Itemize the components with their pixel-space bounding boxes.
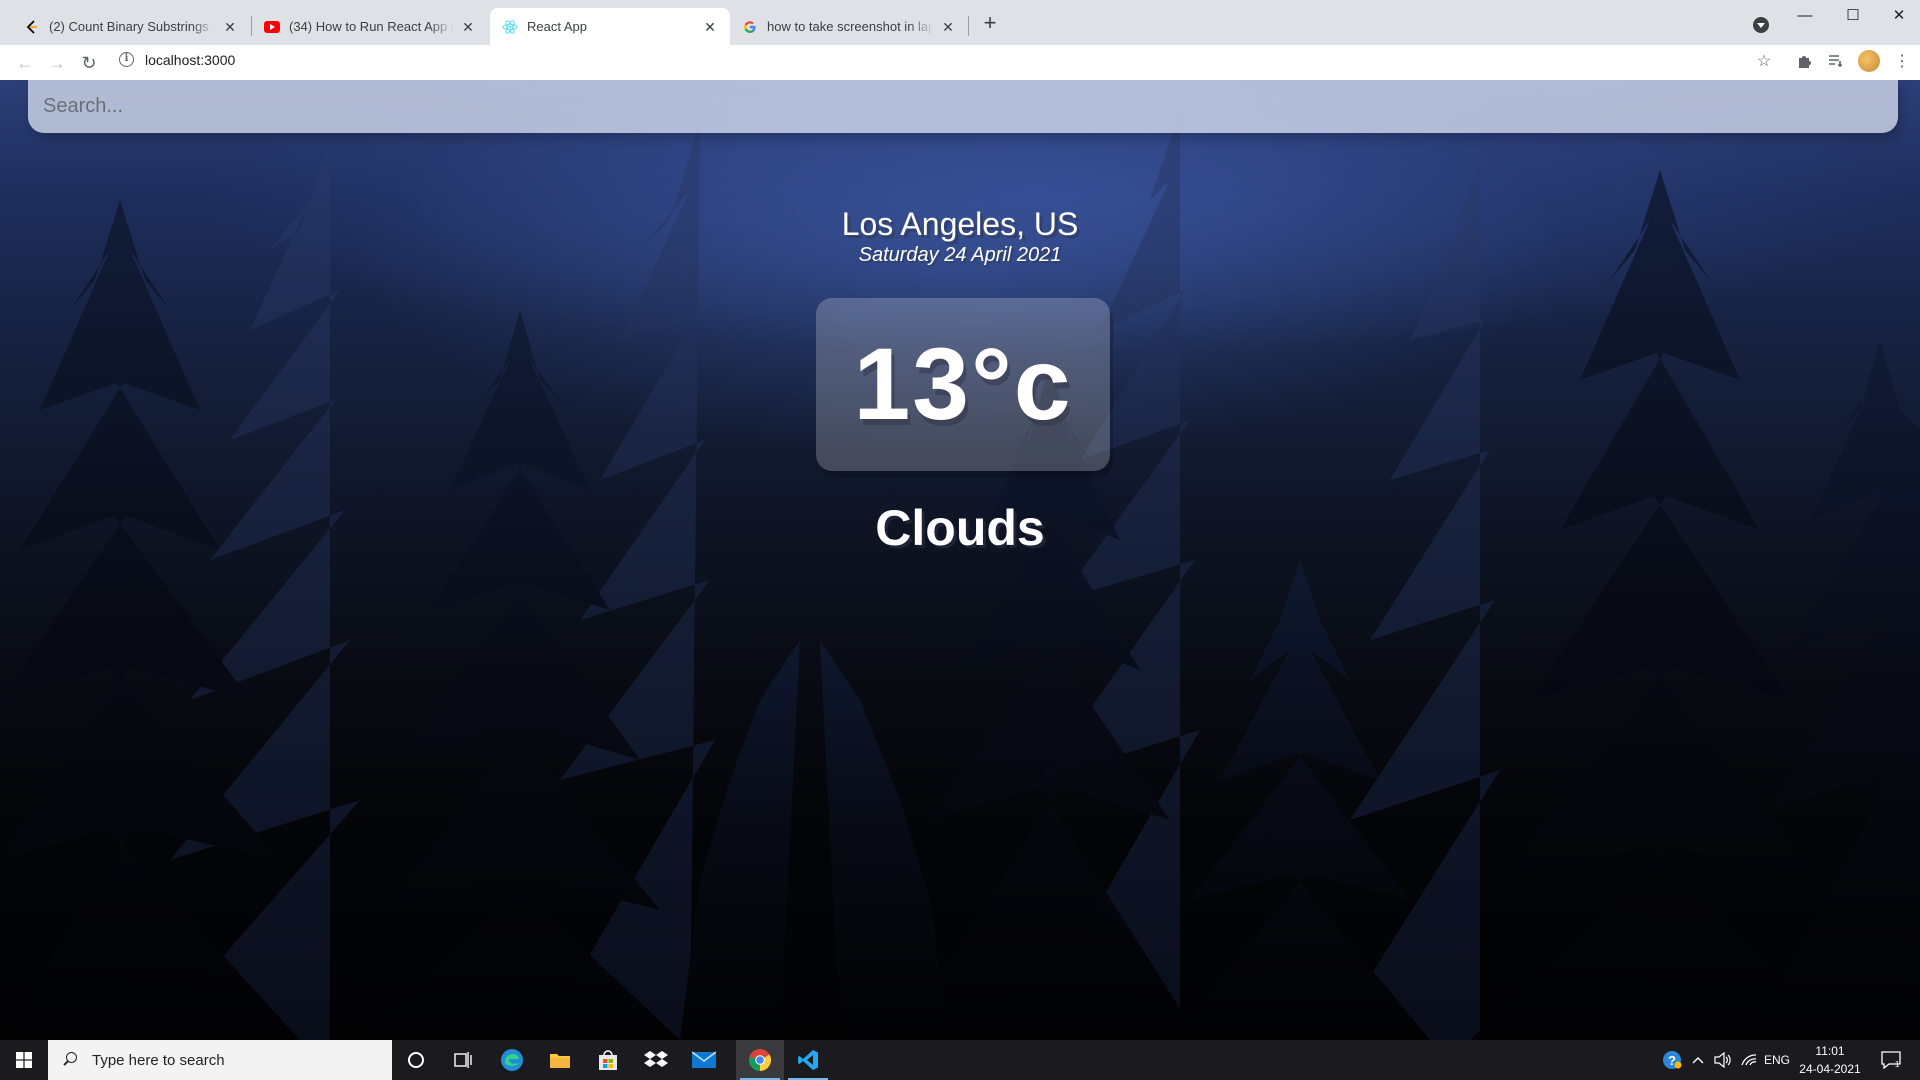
windows-taskbar: Type here to search ? ENG 11:01 24-04-20…	[0, 1040, 1920, 1080]
file-explorer-icon[interactable]	[536, 1040, 584, 1080]
close-tab-icon[interactable]: ✕	[940, 19, 956, 35]
volume-icon[interactable]	[1712, 1040, 1734, 1080]
notification-count: 1	[1895, 1060, 1900, 1069]
task-view-icon[interactable]	[440, 1040, 488, 1080]
tab-title: React App	[527, 19, 587, 34]
close-tab-icon[interactable]: ✕	[222, 19, 238, 35]
tab-separator	[968, 16, 969, 36]
tab-title: (34) How to Run React App in VS Code	[289, 19, 454, 34]
react-icon	[502, 19, 518, 35]
dropbox-icon[interactable]	[632, 1040, 680, 1080]
taskbar-search-box[interactable]: Type here to search	[48, 1040, 392, 1080]
edge-browser-icon[interactable]	[488, 1040, 536, 1080]
close-tab-icon[interactable]: ✕	[460, 19, 476, 35]
browser-chrome: (2) Count Binary Substrings - LeetCode ✕…	[0, 0, 1920, 80]
youtube-icon	[264, 19, 280, 35]
windows-start-icon[interactable]	[0, 1040, 48, 1080]
close-window-button[interactable]: ✕	[1876, 0, 1920, 30]
location-label: Los Angeles, US	[841, 206, 1079, 242]
clock[interactable]: 11:01 24-04-2021	[1790, 1042, 1870, 1078]
wifi-icon[interactable]	[1738, 1040, 1760, 1080]
tab-title: how to take screenshot in laptop	[767, 19, 934, 34]
profile-avatar[interactable]	[1858, 50, 1880, 72]
search-icon	[62, 1052, 78, 1068]
notification-center-icon[interactable]: 1	[1876, 1040, 1906, 1080]
site-info-icon[interactable]: i	[119, 52, 134, 67]
temperature-value: 13°c	[853, 327, 1073, 441]
minimize-button[interactable]: —	[1782, 0, 1828, 30]
address-bar[interactable]: localhost:3000	[145, 52, 235, 68]
help-icon[interactable]: ?	[1660, 1040, 1684, 1080]
tab-react-app[interactable]: React App ✕	[490, 8, 730, 45]
tab-youtube[interactable]: (34) How to Run React App in VS Code ✕	[252, 8, 488, 45]
cortana-icon[interactable]	[392, 1040, 440, 1080]
mail-icon[interactable]	[680, 1040, 728, 1080]
clock-time: 11:01	[1815, 1044, 1845, 1058]
bookmark-star-icon[interactable]: ☆	[1755, 52, 1773, 70]
tab-strip: (2) Count Binary Substrings - LeetCode ✕…	[0, 0, 1920, 45]
chrome-icon[interactable]	[736, 1040, 784, 1080]
reload-icon[interactable]: ↻	[76, 50, 102, 76]
tab-leetcode[interactable]: (2) Count Binary Substrings - LeetCode ✕	[12, 8, 250, 45]
media-queue-icon[interactable]	[1827, 52, 1845, 70]
tab-search-icon[interactable]	[1753, 17, 1769, 33]
language-indicator[interactable]: ENG	[1762, 1040, 1792, 1080]
microsoft-store-icon[interactable]	[584, 1040, 632, 1080]
weather-app: Los Angeles, US Saturday 24 April 2021 1…	[0, 80, 1920, 1040]
clock-date: 24-04-2021	[1799, 1062, 1861, 1076]
extensions-puzzle-icon[interactable]	[1795, 52, 1813, 70]
chevron-up-icon[interactable]	[1688, 1040, 1708, 1080]
taskbar-search-placeholder: Type here to search	[92, 1051, 225, 1069]
vscode-icon[interactable]	[784, 1040, 832, 1080]
new-tab-button[interactable]: +	[978, 12, 1002, 36]
maximize-button[interactable]: ☐	[1830, 0, 1876, 30]
google-icon	[742, 19, 758, 35]
forward-arrow-icon[interactable]: →	[44, 50, 70, 76]
tab-title: (2) Count Binary Substrings - LeetCode	[49, 19, 216, 34]
tab-google[interactable]: how to take screenshot in laptop ✕	[730, 8, 968, 45]
search-input[interactable]	[28, 80, 1898, 133]
date-label: Saturday 24 April 2021	[858, 244, 1062, 266]
menu-dots-icon[interactable]: ⋮	[1893, 52, 1911, 70]
temperature-box: 13°c	[816, 298, 1110, 471]
leetcode-icon	[24, 19, 40, 35]
close-tab-icon[interactable]: ✕	[702, 19, 718, 35]
back-arrow-icon[interactable]: ←	[12, 50, 38, 76]
browser-toolbar: ← → ↻	[0, 45, 1920, 80]
weather-condition: Clouds	[875, 500, 1045, 556]
